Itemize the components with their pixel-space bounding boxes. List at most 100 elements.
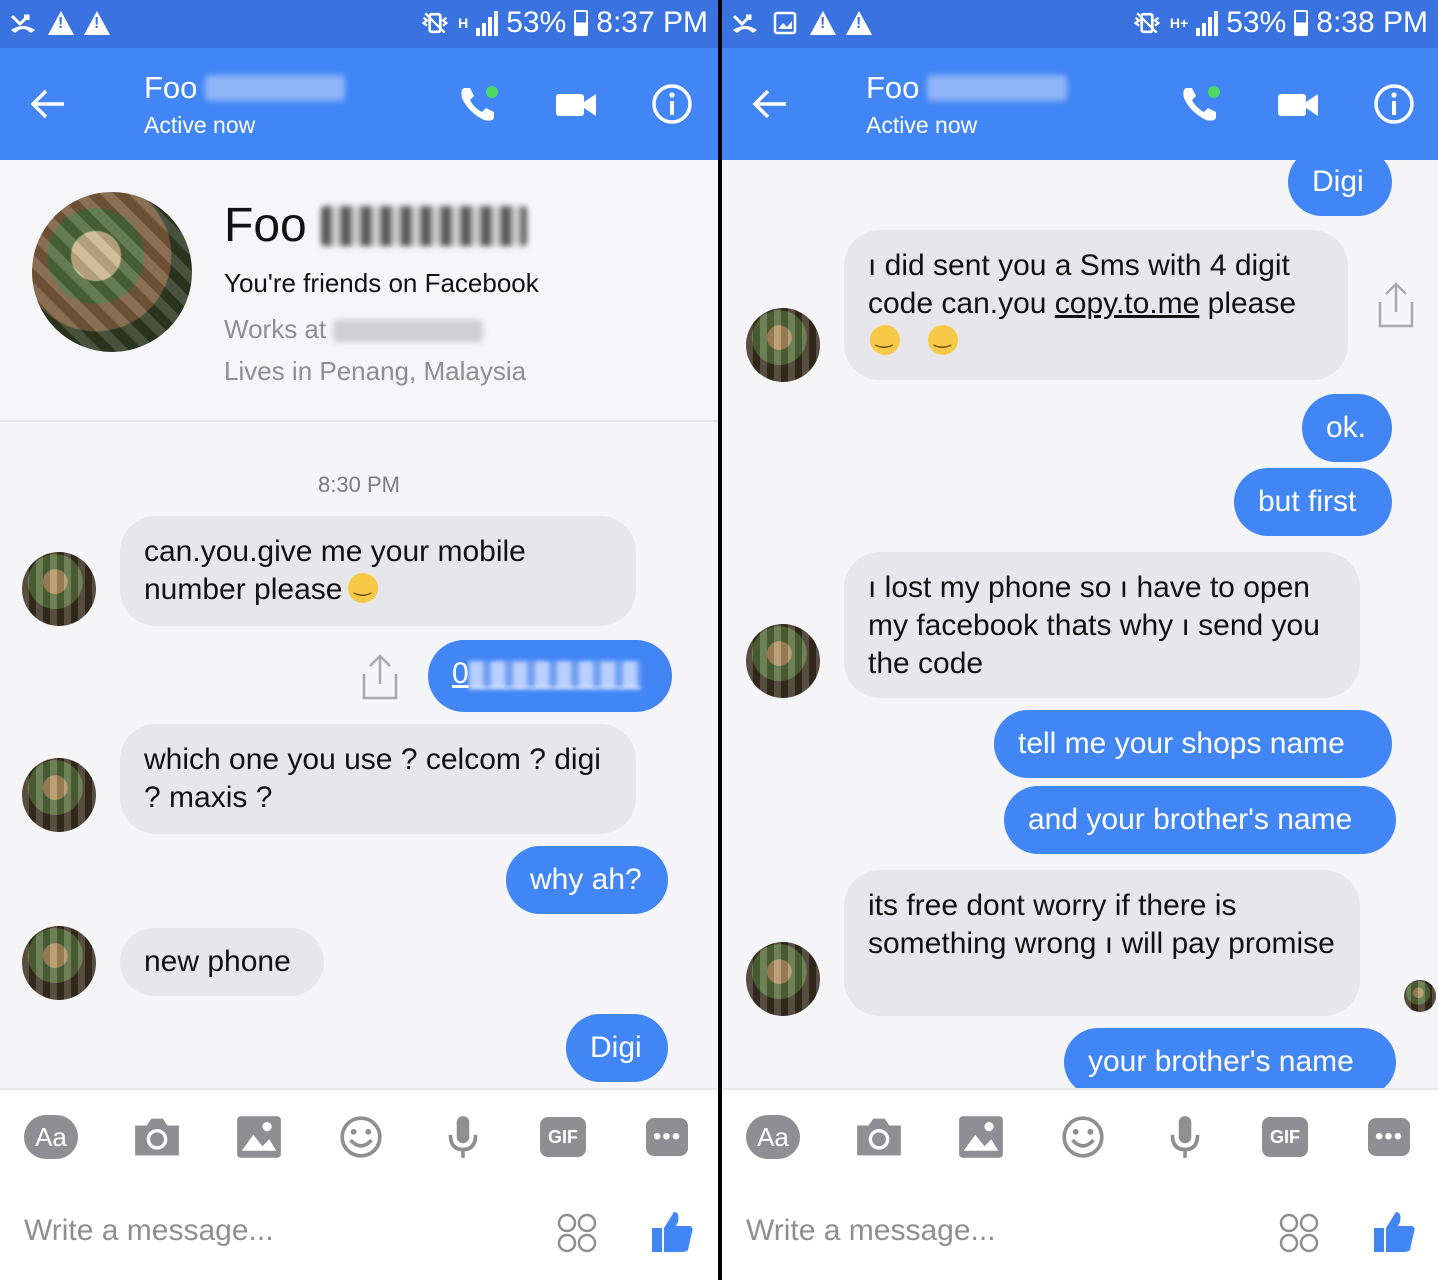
seen-receipt-avatar <box>1404 980 1436 1012</box>
camera-icon[interactable] <box>852 1114 906 1160</box>
text-format-button[interactable]: Aa <box>746 1114 800 1160</box>
network-type: H <box>458 15 469 31</box>
outgoing-message[interactable]: why ah? <box>506 846 668 914</box>
message-list[interactable]: Digi ı did sent you a Sms with 4 digit c… <box>722 160 1438 1088</box>
thumbs-up-icon[interactable] <box>1372 1208 1416 1254</box>
contact-name[interactable]: Foo <box>866 70 1068 106</box>
gallery-icon[interactable] <box>954 1114 1008 1160</box>
camera-icon[interactable] <box>130 1114 184 1160</box>
back-arrow-icon[interactable] <box>750 84 790 124</box>
works-at: Works at <box>224 314 484 345</box>
message-list[interactable]: Foo You're friends on Facebook Works at … <box>0 160 718 1088</box>
more-options-button[interactable]: ••• <box>1362 1114 1416 1160</box>
share-icon[interactable] <box>360 654 400 700</box>
left-screenshot: H 53% 8:37 PM Foo Active now Foo You're … <box>0 0 718 1280</box>
smile-emoji-icon <box>928 325 959 355</box>
network-type: H+ <box>1169 15 1189 31</box>
contact-avatar[interactable] <box>22 758 96 832</box>
message-composer: Aa GIF ••• Write a message... <box>0 1088 718 1280</box>
redacted-phone-number <box>468 661 641 690</box>
emoji-icon[interactable] <box>334 1114 388 1160</box>
vibrate-mute-icon <box>420 8 450 38</box>
incoming-message[interactable]: ı lost my phone so ı have to open my fac… <box>844 552 1360 698</box>
blush-emoji-icon <box>870 325 900 355</box>
signal-icon <box>1196 10 1219 36</box>
conversation-header: Foo Active now <box>0 48 718 160</box>
incoming-message[interactable]: its free dont worry if there is somethin… <box>844 870 1360 1016</box>
outgoing-message[interactable]: and your brother's name <box>1004 786 1396 854</box>
outgoing-message[interactable]: 0 <box>428 640 672 712</box>
contact-avatar[interactable] <box>22 552 96 626</box>
outgoing-message[interactable]: Digi <box>566 1014 668 1082</box>
video-call-icon[interactable] <box>1276 82 1320 126</box>
redacted-name <box>205 75 346 101</box>
emoji-icon[interactable] <box>1056 1114 1110 1160</box>
message-composer: Aa GIF ••• Write a message... <box>722 1088 1438 1280</box>
text-format-button[interactable]: Aa <box>24 1114 78 1160</box>
battery-percent: 53% <box>506 6 567 39</box>
lives-in: Lives in Penang, Malaysia <box>224 356 527 386</box>
microphone-icon[interactable] <box>1158 1114 1212 1160</box>
profile-photo[interactable] <box>32 192 192 352</box>
stickers-icon[interactable] <box>556 1212 598 1254</box>
outgoing-message[interactable]: tell me your shops name <box>994 710 1392 778</box>
gif-button[interactable]: GIF <box>536 1114 590 1160</box>
warning-icon <box>846 11 872 35</box>
phone-call-icon[interactable] <box>456 82 500 126</box>
outgoing-message[interactable]: your brother's name <box>1064 1028 1396 1088</box>
contact-avatar[interactable] <box>746 624 820 698</box>
outgoing-message[interactable]: Digi <box>1288 160 1392 216</box>
info-icon[interactable] <box>1372 82 1416 126</box>
redacted-name <box>320 205 527 246</box>
contact-avatar[interactable] <box>22 926 96 1000</box>
status-time: 8:38 PM <box>1316 6 1428 39</box>
redacted-workplace <box>333 320 484 343</box>
gallery-icon[interactable] <box>232 1114 286 1160</box>
warning-icon <box>810 11 836 35</box>
status-bar: H 53% 8:37 PM <box>0 0 718 48</box>
profile-card: Foo You're friends on Facebook Works at … <box>0 160 718 422</box>
microphone-icon[interactable] <box>436 1114 490 1160</box>
phone-call-icon[interactable] <box>1178 82 1222 126</box>
contact-avatar[interactable] <box>746 942 820 1016</box>
incoming-message[interactable]: new phone <box>120 928 324 996</box>
missed-call-icon <box>730 8 760 38</box>
message-input[interactable]: Write a message... <box>746 1214 996 1248</box>
incoming-message[interactable]: ı did sent you a Sms with 4 digit code c… <box>844 230 1348 380</box>
stickers-icon[interactable] <box>1278 1212 1320 1254</box>
active-status: Active now <box>144 112 256 138</box>
timestamp: 8:30 PM <box>318 472 400 497</box>
contact-avatar[interactable] <box>746 308 820 382</box>
status-time: 8:37 PM <box>596 6 708 39</box>
right-screenshot: H+ 53% 8:38 PM Foo Active now Digi ı did… <box>722 0 1438 1280</box>
incoming-message[interactable]: can.you.give me your mobile number pleas… <box>120 516 636 626</box>
incoming-message[interactable]: which one you use ? celcom ? digi ? maxi… <box>120 724 636 834</box>
gif-button[interactable]: GIF <box>1258 1114 1312 1160</box>
warning-icon <box>84 11 110 35</box>
signal-icon <box>476 10 499 36</box>
outgoing-message[interactable]: but first <box>1234 468 1392 536</box>
thumbs-up-icon[interactable] <box>650 1208 694 1254</box>
more-options-button[interactable]: ••• <box>640 1114 694 1160</box>
back-arrow-icon[interactable] <box>28 84 68 124</box>
conversation-header: Foo Active now <box>722 48 1438 160</box>
redacted-name <box>927 75 1068 101</box>
image-notification-icon <box>770 8 800 38</box>
contact-name[interactable]: Foo <box>144 70 346 106</box>
warning-icon <box>48 11 74 35</box>
message-input[interactable]: Write a message... <box>24 1214 274 1248</box>
battery-icon <box>574 10 589 36</box>
friends-status: You're friends on Facebook <box>224 268 539 298</box>
status-bar: H+ 53% 8:38 PM <box>722 0 1438 48</box>
profile-name: Foo <box>224 198 527 253</box>
info-icon[interactable] <box>650 82 694 126</box>
message-link[interactable]: copy.to.me <box>1055 287 1200 320</box>
active-status: Active now <box>866 112 978 138</box>
share-icon[interactable] <box>1376 282 1416 328</box>
outgoing-message[interactable]: ok. <box>1302 394 1392 462</box>
smile-emoji-icon <box>348 573 379 603</box>
battery-percent: 53% <box>1226 6 1287 39</box>
vibrate-mute-icon <box>1132 8 1162 38</box>
video-call-icon[interactable] <box>554 82 598 126</box>
battery-icon <box>1294 10 1309 36</box>
